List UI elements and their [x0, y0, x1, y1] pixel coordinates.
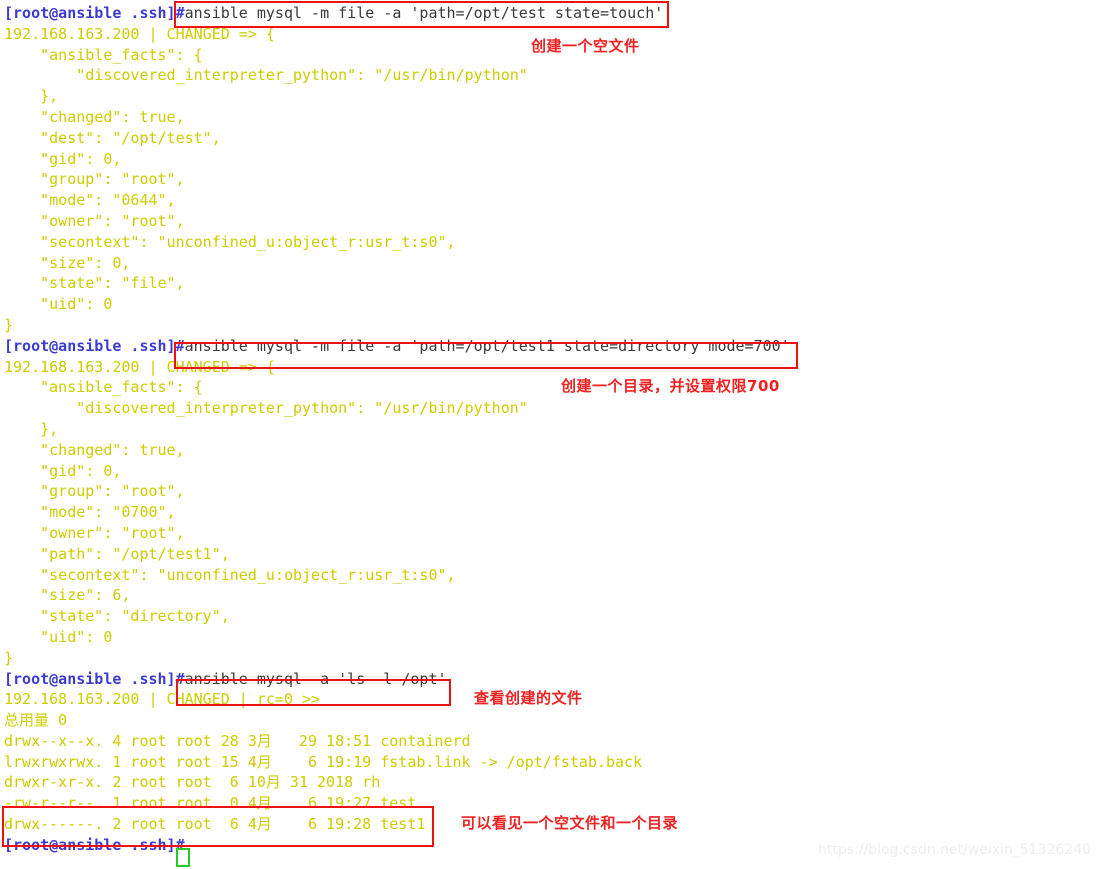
terminal-output-line: drwx--x--x. 4 root root 28 3月 29 18:51 c… [4, 731, 1096, 752]
terminal-output-line: } [4, 648, 1096, 669]
terminal-output-line: "gid": 0, [4, 461, 1096, 482]
terminal-output-line: drwxr-xr-x. 2 root root 6 10月 31 2018 rh [4, 772, 1096, 793]
terminal-screenshot: [root@ansible .ssh]#ansible mysql -m fil… [0, 0, 1100, 869]
terminal-output-line: "uid": 0 [4, 627, 1096, 648]
output-text: "dest": "/opt/test", [4, 128, 221, 147]
output-text: -rw-r--r--. 1 root root 0 4月 6 19:27 tes… [4, 794, 417, 813]
terminal-output-line: lrwxrwxrwx. 1 root root 15 4月 6 19:19 fs… [4, 752, 1096, 773]
output-text: "size": 6, [4, 586, 131, 605]
annotation-label: 查看创建的文件 [474, 689, 583, 707]
output-text: "state": "directory", [4, 607, 230, 626]
terminal-output-line: "state": "file", [4, 273, 1096, 294]
output-text: "group": "root", [4, 170, 185, 189]
annotation-label: 可以看见一个空文件和一个目录 [461, 814, 679, 832]
shell-prompt: [root@ansible .ssh]# [4, 835, 185, 854]
output-text: drwx--x--x. 4 root root 28 3月 29 18:51 c… [4, 731, 471, 750]
output-text: 总用量 0 [4, 711, 68, 730]
output-text: "group": "root", [4, 482, 185, 501]
terminal-output-line: "changed": true, [4, 107, 1096, 128]
terminal-output-line: "state": "directory", [4, 606, 1096, 627]
terminal-command-line[interactable]: [root@ansible .ssh]#ansible mysql -a 'ls… [4, 669, 1096, 690]
output-text: }, [4, 419, 59, 438]
terminal-command-line[interactable]: [root@ansible .ssh]#ansible mysql -m fil… [4, 336, 1096, 357]
terminal-output[interactable]: [root@ansible .ssh]#ansible mysql -m fil… [4, 3, 1096, 856]
terminal-output-line: } [4, 315, 1096, 336]
output-text: "state": "file", [4, 274, 185, 293]
terminal-output-line: "secontext": "unconfined_u:object_r:usr_… [4, 232, 1096, 253]
terminal-output-line: "gid": 0, [4, 149, 1096, 170]
output-text: "discovered_interpreter_python": "/usr/b… [4, 399, 528, 418]
terminal-output-line: "mode": "0644", [4, 190, 1096, 211]
annotation-label: 创建一个空文件 [531, 37, 640, 55]
output-text: "gid": 0, [4, 149, 122, 168]
terminal-output-line: "discovered_interpreter_python": "/usr/b… [4, 398, 1096, 419]
output-text: "changed": true, [4, 440, 185, 459]
terminal-output-line: "mode": "0700", [4, 502, 1096, 523]
terminal-output-line: "changed": true, [4, 440, 1096, 461]
terminal-output-line: "uid": 0 [4, 294, 1096, 315]
terminal-output-line: "ansible_facts": { [4, 377, 1096, 398]
terminal-cursor [176, 848, 190, 867]
output-text: "mode": "0644", [4, 191, 176, 210]
shell-prompt: [root@ansible .ssh]# [4, 669, 185, 688]
terminal-output-line: "owner": "root", [4, 211, 1096, 232]
output-text: 192.168.163.200 | CHANGED => { [4, 24, 275, 43]
output-text: drwxr-xr-x. 2 root root 6 10月 31 2018 rh [4, 773, 381, 792]
output-text: 192.168.163.200 | CHANGED | rc=0 >> [4, 690, 321, 709]
terminal-output-line: "path": "/opt/test1", [4, 544, 1096, 565]
output-text: "changed": true, [4, 107, 185, 126]
terminal-output-line: "secontext": "unconfined_u:object_r:usr_… [4, 565, 1096, 586]
shell-command-text[interactable]: ansible mysql -a 'ls -l /opt' [185, 670, 447, 688]
terminal-output-line: "dest": "/opt/test", [4, 128, 1096, 149]
output-text: "owner": "root", [4, 523, 185, 542]
output-text: "uid": 0 [4, 295, 113, 314]
shell-command-text[interactable]: ansible mysql -m file -a 'path=/opt/test… [185, 337, 790, 355]
shell-prompt: [root@ansible .ssh]# [4, 336, 185, 355]
watermark: https://blog.csdn.net/weixin_51326240 [818, 842, 1092, 858]
output-text: "path": "/opt/test1", [4, 544, 230, 563]
terminal-output-line: 总用量 0 [4, 710, 1096, 731]
terminal-output-line: -rw-r--r--. 1 root root 0 4月 6 19:27 tes… [4, 793, 1096, 814]
output-text: "uid": 0 [4, 627, 113, 646]
shell-prompt: [root@ansible .ssh]# [4, 4, 185, 22]
output-text: "gid": 0, [4, 461, 122, 480]
terminal-output-line: "discovered_interpreter_python": "/usr/b… [4, 65, 1096, 86]
terminal-output-line: "group": "root", [4, 481, 1096, 502]
output-text: drwx------. 2 root root 6 4月 6 19:28 tes… [4, 815, 426, 834]
output-text: "ansible_facts": { [4, 378, 203, 397]
shell-command-text[interactable]: ansible mysql -m file -a 'path=/opt/test… [185, 4, 664, 22]
output-text: "ansible_facts": { [4, 45, 203, 64]
terminal-output-line: }, [4, 86, 1096, 107]
output-text: "secontext": "unconfined_u:object_r:usr_… [4, 232, 456, 251]
annotation-label: 创建一个目录，并设置权限700 [561, 377, 780, 395]
terminal-output-line: "size": 0, [4, 253, 1096, 274]
output-text: }, [4, 87, 59, 106]
terminal-output-line: "group": "root", [4, 169, 1096, 190]
terminal-output-line: 192.168.163.200 | CHANGED => { [4, 357, 1096, 378]
output-text: "mode": "0700", [4, 503, 176, 522]
output-text: "owner": "root", [4, 211, 185, 230]
terminal-output-line: }, [4, 419, 1096, 440]
terminal-command-line[interactable]: [root@ansible .ssh]#ansible mysql -m fil… [4, 3, 1096, 24]
terminal-output-line: "owner": "root", [4, 523, 1096, 544]
output-text: lrwxrwxrwx. 1 root root 15 4月 6 19:19 fs… [4, 752, 643, 771]
terminal-output-line: "size": 6, [4, 585, 1096, 606]
output-text: "discovered_interpreter_python": "/usr/b… [4, 66, 528, 85]
output-text: } [4, 648, 14, 667]
output-text: "size": 0, [4, 253, 131, 272]
output-text: 192.168.163.200 | CHANGED => { [4, 357, 275, 376]
output-text: } [4, 315, 14, 334]
output-text: "secontext": "unconfined_u:object_r:usr_… [4, 565, 456, 584]
